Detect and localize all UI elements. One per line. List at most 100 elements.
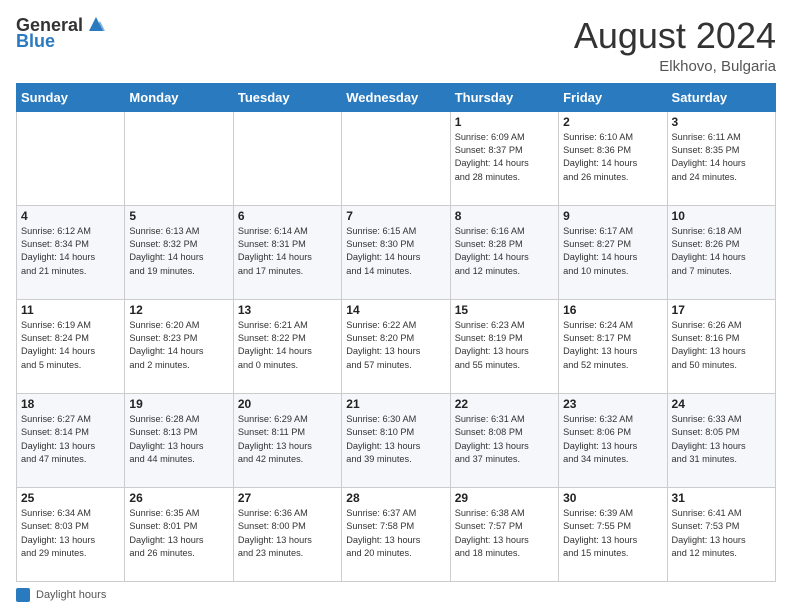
page: General Blue August 2024 Elkhovo, Bulgar…	[0, 0, 792, 612]
calendar-header-row: SundayMondayTuesdayWednesdayThursdayFrid…	[17, 83, 776, 111]
day-detail: Sunrise: 6:32 AM Sunset: 8:06 PM Dayligh…	[563, 414, 637, 464]
day-number: 15	[455, 303, 554, 317]
calendar-week-row: 18 Sunrise: 6:27 AM Sunset: 8:14 PM Dayli…	[17, 393, 776, 487]
day-detail: Sunrise: 6:35 AM Sunset: 8:01 PM Dayligh…	[129, 508, 203, 558]
logo-blue-text: Blue	[16, 32, 55, 52]
calendar-day-header: Friday	[559, 83, 667, 111]
calendar-cell: 19Sunrise: 6:28 AM Sunset: 8:13 PM Dayli…	[125, 393, 233, 487]
day-number: 27	[238, 491, 337, 505]
calendar-cell: 13 Sunrise: 6:21 AM Sunset: 8:22 PM Dayli…	[233, 299, 341, 393]
calendar-cell	[125, 111, 233, 205]
calendar-cell: 15 Sunrise: 6:23 AM Sunset: 8:19 PM Dayli…	[450, 299, 558, 393]
day-detail: Sunrise: 6:10 AM Sunset: 8:36 PM Dayligh…	[563, 132, 637, 182]
day-detail: Sunrise: 6:39 AM Sunset: 7:55 PM Dayligh…	[563, 508, 637, 558]
day-number: 14	[346, 303, 445, 317]
day-detail: Sunrise: 6:38 AM Sunset: 7:57 PM Dayligh…	[455, 508, 529, 558]
calendar-week-row: 4 Sunrise: 6:12 AM Sunset: 8:34 PM Daylig…	[17, 205, 776, 299]
calendar-cell: 23Sunrise: 6:32 AM Sunset: 8:06 PM Dayli…	[559, 393, 667, 487]
day-number: 11	[21, 303, 120, 317]
logo-icon	[85, 13, 107, 35]
day-number: 25	[21, 491, 120, 505]
day-number: 2	[563, 115, 662, 129]
day-detail: Sunrise: 6:34 AM Sunset: 8:03 PM Dayligh…	[21, 508, 95, 558]
calendar-cell	[233, 111, 341, 205]
day-number: 17	[672, 303, 771, 317]
calendar-cell: 17 Sunrise: 6:26 AM Sunset: 8:16 PM Dayli…	[667, 299, 775, 393]
calendar-cell: 26Sunrise: 6:35 AM Sunset: 8:01 PM Dayli…	[125, 487, 233, 581]
footer: Daylight hours	[16, 588, 776, 602]
day-detail: Sunrise: 6:36 AM Sunset: 8:00 PM Dayligh…	[238, 508, 312, 558]
calendar-cell: 27 Sunrise: 6:36 AM Sunset: 8:00 PM Dayli…	[233, 487, 341, 581]
day-number: 1	[455, 115, 554, 129]
calendar-cell: 25 Sunrise: 6:34 AM Sunset: 8:03 PM Dayli…	[17, 487, 125, 581]
day-detail: Sunrise: 6:33 AM Sunset: 8:05 PM Dayligh…	[672, 414, 746, 464]
calendar-cell: 30 Sunrise: 6:39 AM Sunset: 7:55 PM Dayli…	[559, 487, 667, 581]
day-detail: Sunrise: 6:19 AM Sunset: 8:24 PM Dayligh…	[21, 320, 95, 370]
calendar-day-header: Sunday	[17, 83, 125, 111]
day-detail: Sunrise: 6:27 AM Sunset: 8:14 PM Dayligh…	[21, 414, 95, 464]
calendar-week-row: 25 Sunrise: 6:34 AM Sunset: 8:03 PM Dayli…	[17, 487, 776, 581]
day-detail: Sunrise: 6:15 AM Sunset: 8:30 PM Dayligh…	[346, 226, 420, 276]
title-block: August 2024 Elkhovo, Bulgaria	[574, 16, 776, 75]
day-number: 3	[672, 115, 771, 129]
day-detail: Sunrise: 6:28 AM Sunset: 8:13 PM Dayligh…	[129, 414, 203, 464]
day-number: 7	[346, 209, 445, 223]
location: Elkhovo, Bulgaria	[574, 58, 776, 75]
calendar-cell: 9 Sunrise: 6:17 AM Sunset: 8:27 PM Daylig…	[559, 205, 667, 299]
day-number: 5	[129, 209, 228, 223]
day-detail: Sunrise: 6:24 AM Sunset: 8:17 PM Dayligh…	[563, 320, 637, 370]
calendar-cell: 1 Sunrise: 6:09 AM Sunset: 8:37 PM Daylig…	[450, 111, 558, 205]
day-number: 20	[238, 397, 337, 411]
day-number: 9	[563, 209, 662, 223]
daylight-icon	[16, 588, 30, 602]
day-detail: Sunrise: 6:13 AM Sunset: 8:32 PM Dayligh…	[129, 226, 203, 276]
day-detail: Sunrise: 6:26 AM Sunset: 8:16 PM Dayligh…	[672, 320, 746, 370]
day-number: 18	[21, 397, 120, 411]
day-detail: Sunrise: 6:23 AM Sunset: 8:19 PM Dayligh…	[455, 320, 529, 370]
day-number: 13	[238, 303, 337, 317]
day-number: 6	[238, 209, 337, 223]
calendar-cell: 28 Sunrise: 6:37 AM Sunset: 7:58 PM Dayli…	[342, 487, 450, 581]
calendar-week-row: 11 Sunrise: 6:19 AM Sunset: 8:24 PM Dayli…	[17, 299, 776, 393]
calendar-cell: 3Sunrise: 6:11 AM Sunset: 8:35 PM Daylig…	[667, 111, 775, 205]
calendar-day-header: Monday	[125, 83, 233, 111]
day-detail: Sunrise: 6:29 AM Sunset: 8:11 PM Dayligh…	[238, 414, 312, 464]
calendar-cell: 24 Sunrise: 6:33 AM Sunset: 8:05 PM Dayli…	[667, 393, 775, 487]
day-number: 24	[672, 397, 771, 411]
day-detail: Sunrise: 6:31 AM Sunset: 8:08 PM Dayligh…	[455, 414, 529, 464]
day-detail: Sunrise: 6:21 AM Sunset: 8:22 PM Dayligh…	[238, 320, 312, 370]
day-number: 16	[563, 303, 662, 317]
calendar-cell: 4 Sunrise: 6:12 AM Sunset: 8:34 PM Daylig…	[17, 205, 125, 299]
calendar-day-header: Tuesday	[233, 83, 341, 111]
day-detail: Sunrise: 6:22 AM Sunset: 8:20 PM Dayligh…	[346, 320, 420, 370]
day-detail: Sunrise: 6:37 AM Sunset: 7:58 PM Dayligh…	[346, 508, 420, 558]
calendar-day-header: Thursday	[450, 83, 558, 111]
day-number: 22	[455, 397, 554, 411]
calendar-cell: 18 Sunrise: 6:27 AM Sunset: 8:14 PM Dayli…	[17, 393, 125, 487]
day-number: 31	[672, 491, 771, 505]
calendar-cell: 2 Sunrise: 6:10 AM Sunset: 8:36 PM Daylig…	[559, 111, 667, 205]
calendar-cell	[17, 111, 125, 205]
calendar-cell: 5 Sunrise: 6:13 AM Sunset: 8:32 PM Daylig…	[125, 205, 233, 299]
calendar-cell: 22 Sunrise: 6:31 AM Sunset: 8:08 PM Dayli…	[450, 393, 558, 487]
day-number: 12	[129, 303, 228, 317]
day-number: 28	[346, 491, 445, 505]
calendar-cell: 20 Sunrise: 6:29 AM Sunset: 8:11 PM Dayli…	[233, 393, 341, 487]
day-detail: Sunrise: 6:12 AM Sunset: 8:34 PM Dayligh…	[21, 226, 95, 276]
day-detail: Sunrise: 6:30 AM Sunset: 8:10 PM Dayligh…	[346, 414, 420, 464]
calendar-cell: 8Sunrise: 6:16 AM Sunset: 8:28 PM Daylig…	[450, 205, 558, 299]
calendar-cell: 11 Sunrise: 6:19 AM Sunset: 8:24 PM Dayli…	[17, 299, 125, 393]
day-number: 4	[21, 209, 120, 223]
day-detail: Sunrise: 6:09 AM Sunset: 8:37 PM Dayligh…	[455, 132, 529, 182]
calendar-week-row: 1 Sunrise: 6:09 AM Sunset: 8:37 PM Daylig…	[17, 111, 776, 205]
calendar-cell: 21Sunrise: 6:30 AM Sunset: 8:10 PM Dayli…	[342, 393, 450, 487]
day-number: 10	[672, 209, 771, 223]
header: General Blue August 2024 Elkhovo, Bulgar…	[16, 16, 776, 75]
day-number: 29	[455, 491, 554, 505]
day-detail: Sunrise: 6:18 AM Sunset: 8:26 PM Dayligh…	[672, 226, 746, 276]
day-detail: Sunrise: 6:17 AM Sunset: 8:27 PM Dayligh…	[563, 226, 637, 276]
day-detail: Sunrise: 6:16 AM Sunset: 8:28 PM Dayligh…	[455, 226, 529, 276]
day-number: 30	[563, 491, 662, 505]
daylight-label: Daylight hours	[36, 589, 106, 601]
calendar-cell: 29 Sunrise: 6:38 AM Sunset: 7:57 PM Dayli…	[450, 487, 558, 581]
